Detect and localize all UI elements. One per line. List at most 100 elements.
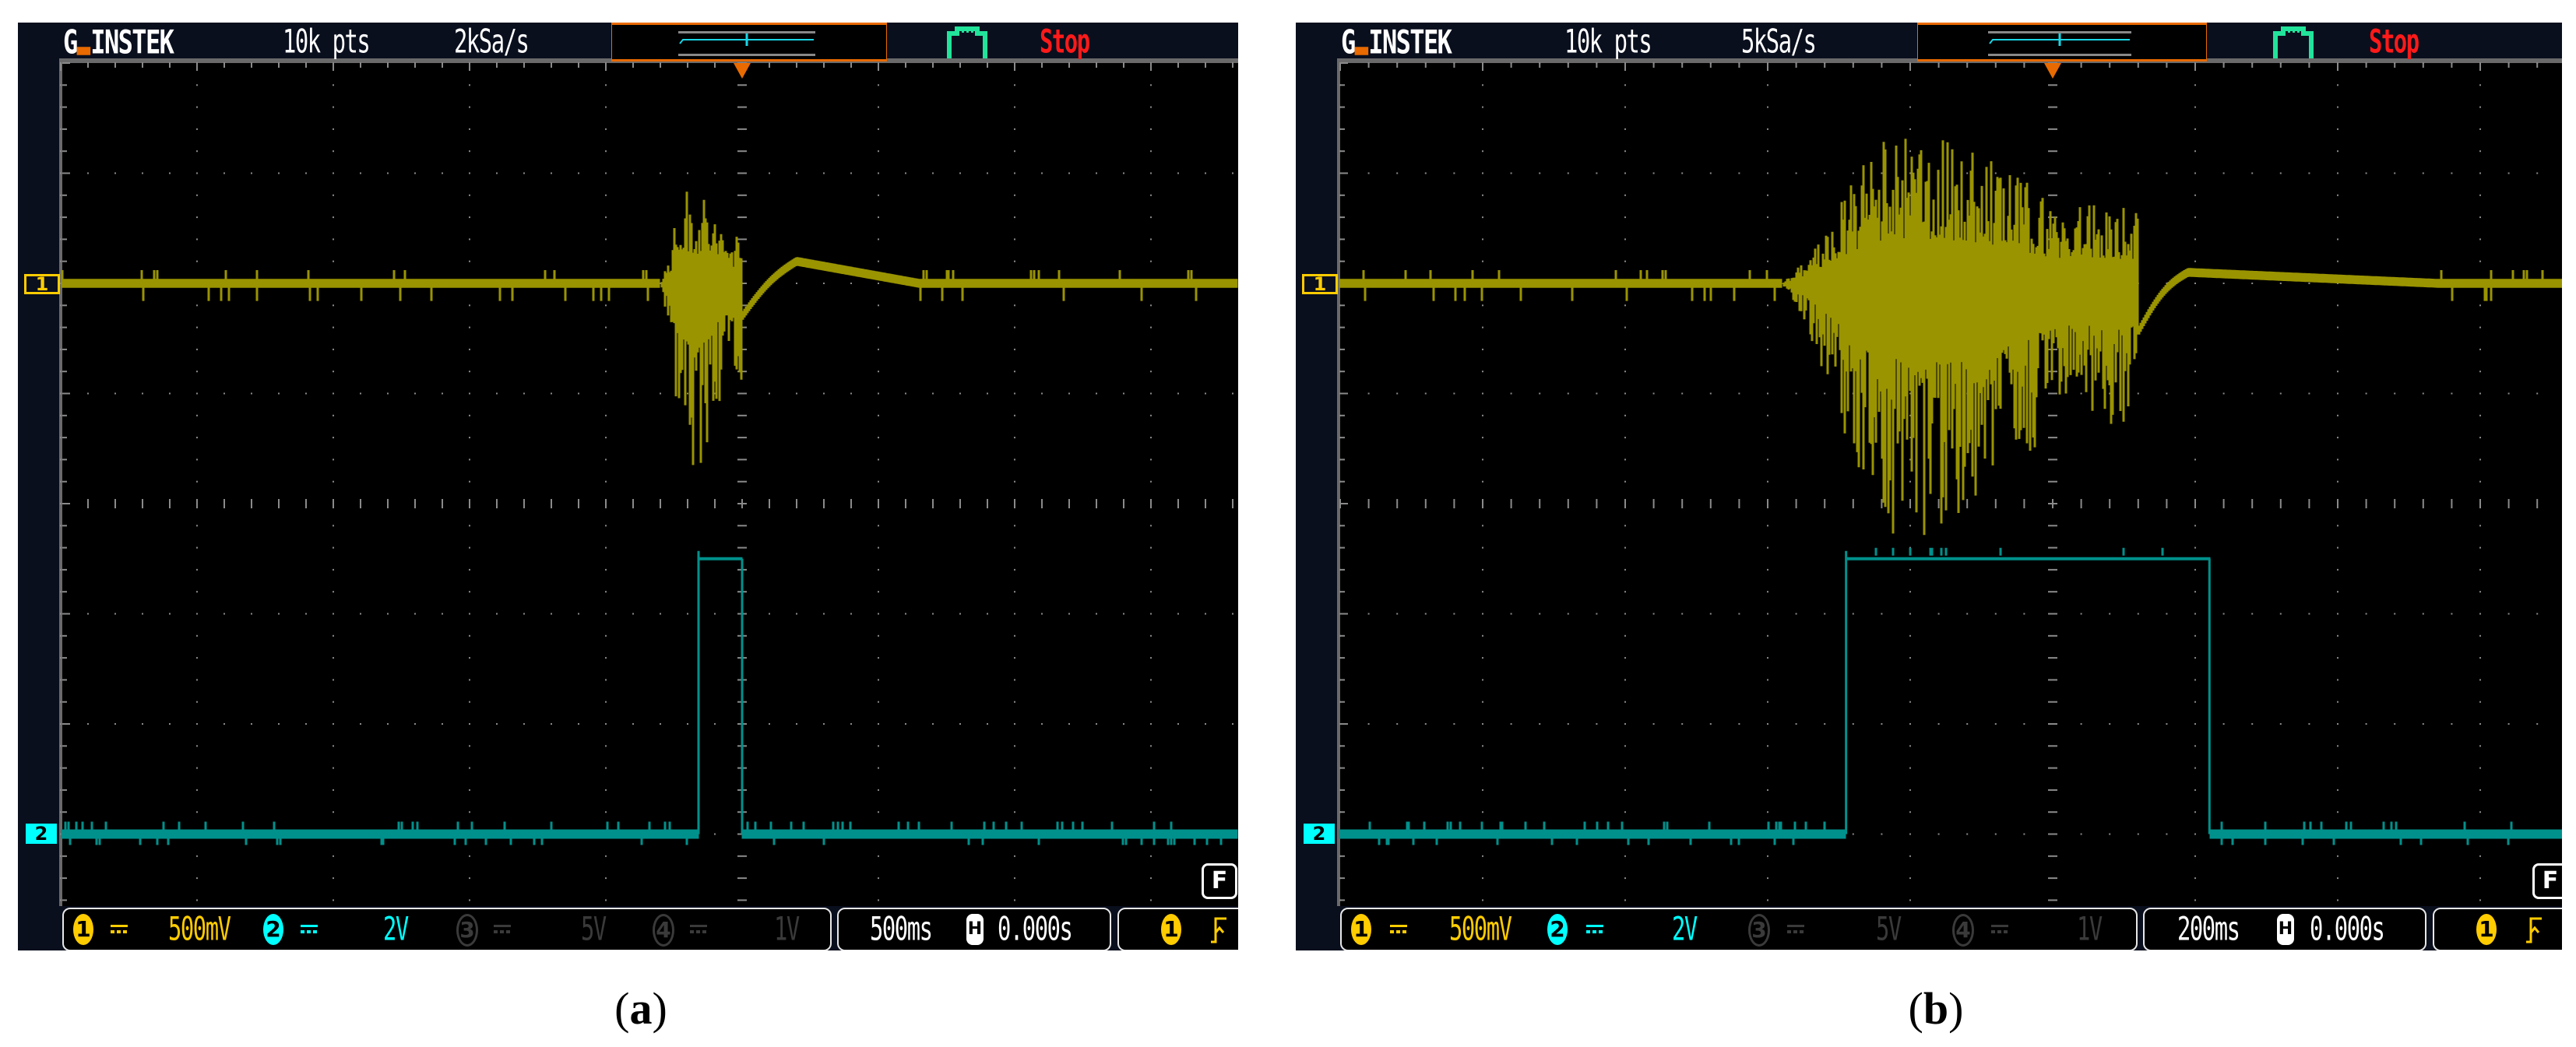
grid-dot <box>605 613 607 615</box>
grid-dot <box>2479 525 2481 527</box>
grid-dot <box>469 767 470 769</box>
grid-dot <box>469 194 470 196</box>
dc-coupling-icon <box>690 925 707 934</box>
grid-dot <box>1624 568 1626 571</box>
ch3-icon[interactable]: 3 <box>456 914 478 947</box>
grid-dot <box>1966 723 1969 725</box>
grid-dot <box>1567 172 1569 174</box>
ch2-icon[interactable]: 2 <box>1547 914 1568 945</box>
ch1-icon[interactable]: 1 <box>73 914 93 945</box>
grid-dot <box>1150 723 1152 725</box>
grid-dot <box>2194 877 2196 880</box>
ch2-level-marker[interactable]: 2 <box>26 824 57 844</box>
grid-dot <box>2194 679 2196 681</box>
grid-dot <box>2422 613 2424 615</box>
grid-dot <box>469 414 470 416</box>
grid-dot <box>196 106 198 108</box>
ruler-minor-tick <box>1994 63 1997 68</box>
ch4-icon[interactable]: 4 <box>653 914 674 947</box>
grid-dot <box>196 459 198 461</box>
ruler-minor-tick <box>1340 855 1345 857</box>
grid-dot <box>1014 701 1015 703</box>
grid-dot <box>1909 789 1911 791</box>
trigger-status[interactable]: 1 <box>2433 908 2562 950</box>
grid-dot <box>959 613 961 615</box>
center-axis-tick <box>1177 499 1179 508</box>
grid-dot <box>605 128 607 130</box>
grid-dot <box>1624 194 1626 196</box>
run-state[interactable]: Stop <box>1040 23 1108 61</box>
ruler-minor-tick <box>2194 63 2196 68</box>
ruler-minor-tick <box>932 63 934 68</box>
ch2-level-marker[interactable]: 2 <box>1304 824 1335 844</box>
center-axis-tick <box>737 150 747 153</box>
grid-dot <box>2194 106 2196 108</box>
ruler-minor-tick <box>62 480 67 483</box>
ruler-minor-tick <box>62 568 67 571</box>
grid-dot <box>1596 723 1598 725</box>
grid-dot <box>523 172 525 174</box>
center-axis-tick <box>1709 499 1712 508</box>
grid-dot <box>796 392 797 395</box>
ruler-minor-tick <box>1340 392 1345 395</box>
grid-dot <box>1482 238 1483 241</box>
grid-dot <box>1767 392 1768 395</box>
grid-dot <box>714 613 716 615</box>
grid-dot <box>1624 546 1626 549</box>
grid-dot <box>2365 723 2367 725</box>
grid-dot <box>1014 591 1015 593</box>
grid-dot <box>1767 745 1768 747</box>
grid-dot <box>2194 855 2196 857</box>
ch1-level-marker[interactable]: 1 <box>1302 274 1338 294</box>
grid-dot <box>1232 723 1233 725</box>
brand-logo: G INSTEK <box>1341 23 1452 62</box>
ruler-minor-tick <box>62 701 67 703</box>
grid-dot <box>1482 437 1483 439</box>
ruler-minor-tick <box>62 789 67 791</box>
grid-dot <box>605 811 607 813</box>
grid-dot <box>2479 371 2481 373</box>
ch2-icon[interactable]: 2 <box>263 914 283 945</box>
center-axis-tick <box>2048 899 2057 901</box>
grid-dot <box>1767 459 1768 461</box>
grid-dot <box>796 613 797 615</box>
memory-position-bar[interactable] <box>1917 23 2207 61</box>
grid-dot <box>1014 348 1015 350</box>
grid-dot <box>469 546 470 549</box>
center-axis-tick <box>850 499 852 508</box>
grid-dot <box>469 106 470 108</box>
ch4-icon[interactable]: 4 <box>1952 914 1974 947</box>
grid-dot <box>305 392 307 395</box>
run-state[interactable]: Stop <box>2369 23 2437 61</box>
grid-dot <box>2251 723 2254 725</box>
ruler-minor-tick <box>62 260 67 262</box>
grid-dot <box>2479 591 2481 593</box>
center-axis-tick <box>442 499 443 508</box>
grid-dot <box>333 392 334 395</box>
trigger-status[interactable]: 1 <box>1117 908 1238 950</box>
grid-dot <box>469 260 470 262</box>
grid-dot <box>1539 392 1541 395</box>
center-axis-tick <box>496 499 498 508</box>
timebase-status[interactable]: 500ms H 0.000s <box>837 908 1111 950</box>
grid-dot <box>114 172 116 174</box>
caption-b: (b) <box>1908 983 1964 1034</box>
grid-dot <box>360 392 361 395</box>
timebase-status[interactable]: 200ms H 0.000s <box>2143 908 2426 950</box>
ch1-level-marker[interactable]: 1 <box>24 274 60 294</box>
grid-dot <box>1482 348 1483 350</box>
grid-dot <box>2337 150 2338 153</box>
grid-dot <box>60 304 62 307</box>
grid-dot <box>1150 371 1152 373</box>
grid-dot <box>605 855 607 857</box>
dc-coupling-icon <box>1991 925 2008 934</box>
ruler-minor-tick <box>1340 745 1345 747</box>
ruler-minor-tick <box>905 63 906 68</box>
memory-position-bar[interactable] <box>611 23 887 61</box>
ch3-icon[interactable]: 3 <box>1748 914 1770 947</box>
grid-dot <box>305 723 307 725</box>
grid-dot <box>878 414 879 416</box>
ch1-icon[interactable]: 1 <box>1351 914 1371 945</box>
horizontal-position-icon: H <box>966 914 984 945</box>
grid-dot <box>333 106 334 108</box>
